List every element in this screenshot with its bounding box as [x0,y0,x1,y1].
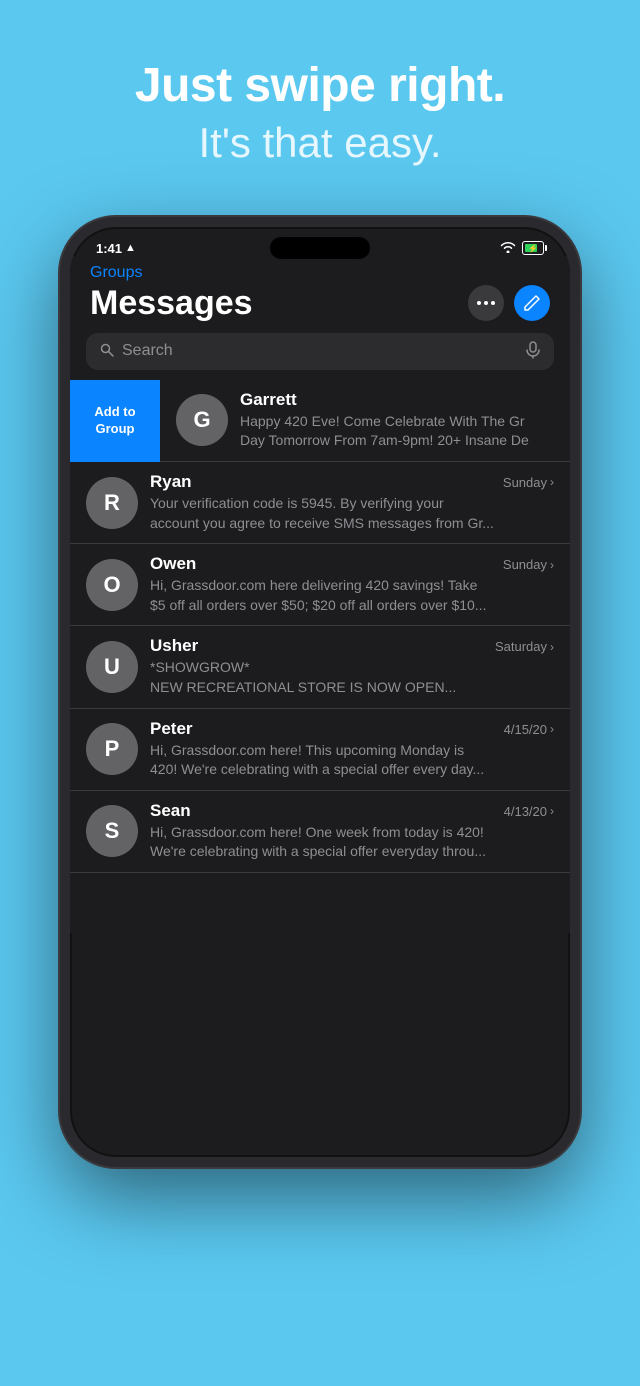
search-input[interactable]: Search [122,342,518,360]
contact-name-owen: Owen [150,554,196,574]
message-row-owen[interactable]: O Owen Sunday › Hi, Grassdoor.com here d… [70,544,570,626]
hero-subheadline: It's that easy. [0,119,640,167]
search-bar[interactable]: Search [86,333,554,370]
message-preview2-peter: 420! We're celebrating with a special of… [150,760,554,780]
more-button[interactable] [468,285,504,321]
screen-content: Groups Messages [70,256,570,933]
message-preview2-sean: We're celebrating with a special offer e… [150,842,554,862]
messages-header: Messages [70,282,570,333]
status-bar: 1:41 ▲ ⚡ [70,227,570,256]
avatar-owen: O [86,559,138,611]
battery-icon: ⚡ [522,241,544,255]
message-time-sean: 4/13/20 › [504,804,554,819]
contact-name-ryan: Ryan [150,472,192,492]
message-time-ryan: Sunday › [503,475,554,490]
message-content-peter: Peter 4/15/20 › Hi, Grassdoor.com here! … [150,719,554,780]
contact-name-peter: Peter [150,719,193,739]
message-preview2-owen: $5 off all orders over $50; $20 off all … [150,596,554,616]
avatar-usher: U [86,641,138,693]
chevron-icon: › [550,475,554,489]
mic-icon [526,341,540,362]
message-row-sean[interactable]: S Sean 4/13/20 › Hi, Grassdoor.com here!… [70,791,570,873]
message-content-ryan: Ryan Sunday › Your verification code is … [150,472,554,533]
message-time-owen: Sunday › [503,557,554,572]
message-row-usher[interactable]: U Usher Saturday › *SHOWGROW* NEW RECREA… [70,626,570,708]
add-to-group-button[interactable]: Add toGroup [70,380,160,462]
message-preview-ryan: Your verification code is 5945. By verif… [150,494,554,514]
message-preview-usher: *SHOWGROW* [150,658,554,678]
ellipsis-icon [477,301,495,305]
chevron-icon-peter: › [550,722,554,736]
message-preview-sean: Hi, Grassdoor.com here! One week from to… [150,823,554,843]
message-content-sean: Sean 4/13/20 › Hi, Grassdoor.com here! O… [150,801,554,862]
phone-bottom-padding [70,873,570,933]
message-row-ryan[interactable]: R Ryan Sunday › Your verification code i… [70,462,570,544]
message-list: Add toGroup G Garrett Happy 420 Eve! Com… [70,380,570,873]
wifi-icon [500,241,516,256]
compose-icon [523,294,541,312]
swipe-action-label: Add toGroup [94,404,135,438]
message-time-usher: Saturday › [495,639,554,654]
status-time: 1:41 ▲ [96,241,136,256]
message-row-garrett[interactable]: Add toGroup G Garrett Happy 420 Eve! Com… [70,380,570,462]
message-content-owen: Owen Sunday › Hi, Grassdoor.com here del… [150,554,554,615]
groups-nav[interactable]: Groups [70,256,570,282]
chevron-icon-usher: › [550,640,554,654]
message-item-garrett[interactable]: G Garrett Happy 420 Eve! Come Celebrate … [160,380,570,462]
message-content-garrett: Garrett Happy 420 Eve! Come Celebrate Wi… [240,390,570,451]
chevron-icon-owen: › [550,558,554,572]
message-preview-garrett: Happy 420 Eve! Come Celebrate With The G… [240,412,570,432]
message-top-garrett: Garrett [240,390,570,410]
charging-icon: ⚡ [528,244,538,253]
message-preview2-ryan: account you agree to receive SMS message… [150,514,554,534]
message-preview2-usher: NEW RECREATIONAL STORE IS NOW OPEN... [150,678,554,698]
phone-wrapper: 1:41 ▲ ⚡ [0,217,640,1167]
search-icon [100,343,114,360]
hero-headline: Just swipe right. [0,60,640,113]
message-preview-owen: Hi, Grassdoor.com here delivering 420 sa… [150,576,554,596]
location-icon: ▲ [125,242,136,254]
contact-name-sean: Sean [150,801,191,821]
hero-section: Just swipe right. It's that easy. [0,0,640,207]
header-buttons [468,285,550,321]
avatar-ryan: R [86,477,138,529]
groups-back-link[interactable]: Groups [90,264,142,281]
contact-name-usher: Usher [150,636,198,656]
messages-title: Messages [90,284,253,323]
contact-name-garrett: Garrett [240,390,297,410]
message-preview2-garrett: Day Tomorrow From 7am-9pm! 20+ Insane De [240,431,570,451]
message-time-peter: 4/15/20 › [504,722,554,737]
phone-frame: 1:41 ▲ ⚡ [60,217,580,1167]
compose-button[interactable] [514,285,550,321]
avatar-sean: S [86,805,138,857]
message-row-peter[interactable]: P Peter 4/15/20 › Hi, Grassdoor.com here… [70,709,570,791]
avatar-peter: P [86,723,138,775]
chevron-icon-sean: › [550,804,554,818]
message-content-usher: Usher Saturday › *SHOWGROW* NEW RECREATI… [150,636,554,697]
avatar-garrett: G [176,394,228,446]
message-preview-peter: Hi, Grassdoor.com here! This upcoming Mo… [150,741,554,761]
status-icons: ⚡ [500,241,544,256]
